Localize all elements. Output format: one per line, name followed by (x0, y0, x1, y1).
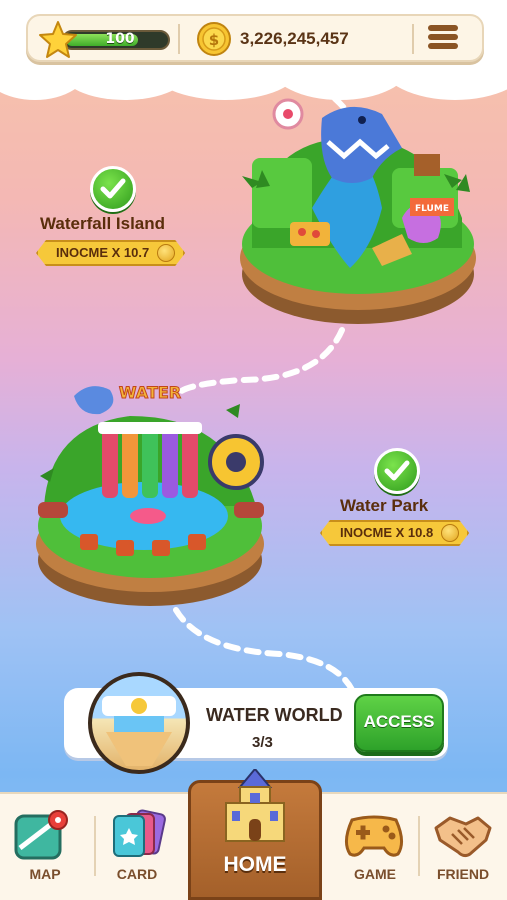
castle-icon (225, 769, 285, 842)
nav-game[interactable]: GAME (330, 794, 420, 900)
coin-icon (441, 524, 459, 542)
nav-home[interactable]: HOME (188, 769, 322, 900)
completed-check-icon (374, 448, 420, 494)
income-badge: INOCME X 10.7 (36, 240, 185, 266)
nav-card[interactable]: CARD (92, 794, 182, 900)
gamepad-icon (345, 815, 403, 857)
income-label: INOCME X 10.7 (56, 245, 150, 260)
island-name: Water Park (340, 496, 429, 515)
water-world-thumbnail (88, 672, 190, 774)
nav-label: MAP (29, 866, 61, 882)
waterfall-island[interactable]: FLUME (232, 98, 484, 330)
nav-label: FRIEND (436, 866, 490, 882)
completed-check-icon (90, 166, 136, 212)
island-name: Waterfall Island (40, 214, 166, 233)
cards-icon (113, 809, 166, 857)
access-button[interactable]: ACCESS (354, 694, 444, 752)
map-icon (14, 810, 68, 860)
nav-map[interactable]: MAP (0, 794, 90, 900)
svg-text:WATER: WATER (119, 383, 181, 402)
income-label: INOCME X 10.8 (340, 525, 434, 540)
income-badge: INOCME X 10.8 (320, 520, 469, 546)
nav-label: GAME (354, 866, 396, 882)
world-progress: 3/3 (252, 734, 273, 751)
coin-icon (157, 244, 175, 262)
handshake-icon (434, 816, 492, 858)
nav-label: HOME (223, 853, 287, 876)
nav-friend[interactable]: FRIEND (418, 794, 507, 900)
world-title: WATER WORLD (206, 705, 343, 725)
water-park-island[interactable]: WATER (30, 376, 272, 608)
svg-text:FLUME: FLUME (415, 204, 449, 214)
nav-label: CARD (116, 866, 158, 882)
